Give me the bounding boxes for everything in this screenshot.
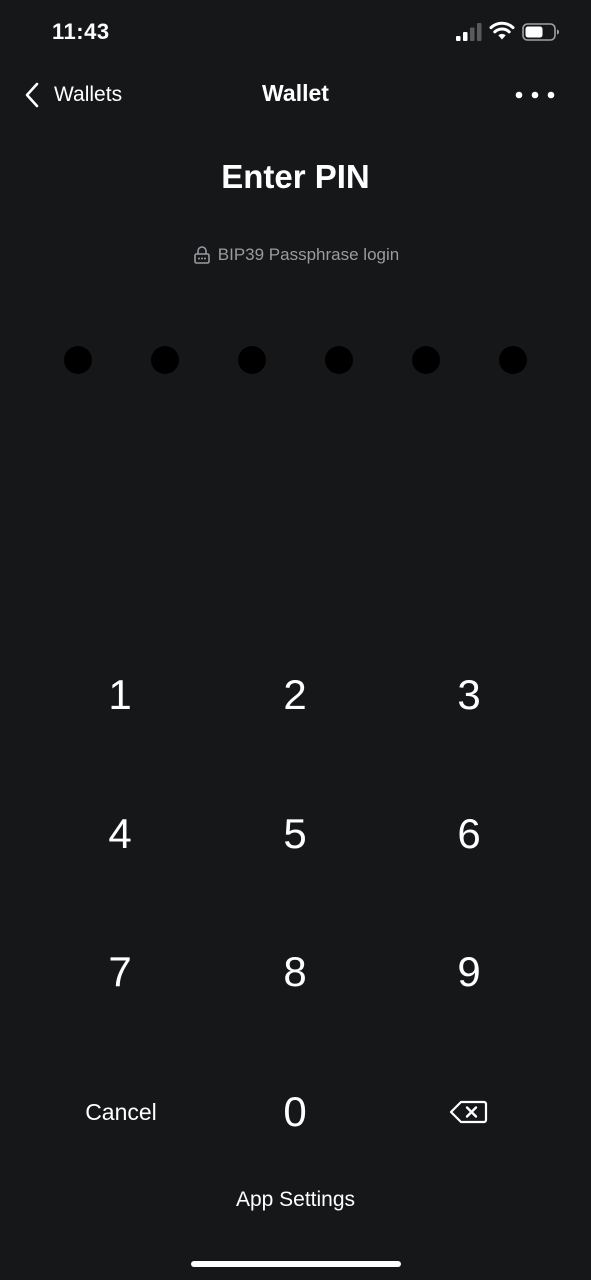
app-settings-button[interactable]: App Settings xyxy=(0,1188,591,1212)
pin-dot xyxy=(151,346,179,374)
pin-dot xyxy=(64,346,92,374)
keypad-key-8[interactable]: 8 xyxy=(220,922,370,1022)
keypad-key-7[interactable]: 7 xyxy=(45,922,195,1022)
lock-icon xyxy=(193,246,210,264)
wifi-icon xyxy=(489,21,515,40)
passphrase-login-link[interactable]: BIP39 Passphrase login xyxy=(0,245,591,265)
pin-dot xyxy=(238,346,266,374)
keypad-key-9[interactable]: 9 xyxy=(394,922,544,1022)
keypad-key-5[interactable]: 5 xyxy=(220,784,370,884)
cellular-signal-icon xyxy=(456,23,482,41)
battery-icon xyxy=(522,23,559,41)
keypad-key-3[interactable]: 3 xyxy=(394,645,544,745)
keypad-key-6[interactable]: 6 xyxy=(394,784,544,884)
home-indicator xyxy=(191,1261,401,1267)
status-time: 11:43 xyxy=(52,19,110,44)
keypad-key-4[interactable]: 4 xyxy=(45,784,195,884)
status-bar: 11:43 xyxy=(0,0,591,64)
pin-screen: 11:43 Wallets Wallet Enter PIN BIP39 Pas… xyxy=(0,0,591,1280)
keypad-key-1[interactable]: 1 xyxy=(45,645,195,745)
nav-title: Wallet xyxy=(262,80,329,106)
more-horizontal-icon[interactable] xyxy=(508,82,562,108)
page-title: Enter PIN xyxy=(221,158,370,195)
pin-dot xyxy=(325,346,353,374)
backspace-icon xyxy=(449,1100,488,1124)
cancel-button[interactable]: Cancel xyxy=(46,1062,196,1162)
backspace-button[interactable] xyxy=(394,1062,544,1162)
pin-dot xyxy=(499,346,527,374)
nav-bar: Wallets Wallet xyxy=(0,70,591,120)
keypad-key-0[interactable]: 0 xyxy=(220,1062,370,1162)
passphrase-login-label: BIP39 Passphrase login xyxy=(217,245,400,264)
keypad-key-2[interactable]: 2 xyxy=(220,645,370,745)
pin-dot xyxy=(412,346,440,374)
